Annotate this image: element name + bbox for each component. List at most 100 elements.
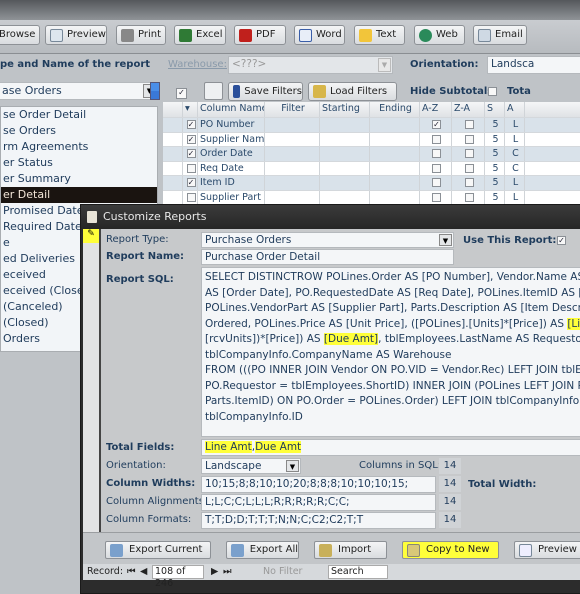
starting-header[interactable]: Starting bbox=[320, 102, 370, 117]
report-name-field[interactable]: Purchase Order Detail bbox=[201, 249, 454, 265]
browse-button[interactable]: Browse bbox=[0, 25, 40, 45]
report-type-combo[interactable]: Purchase Orders ▼ bbox=[201, 232, 454, 248]
s-cell[interactable]: 5 bbox=[485, 161, 505, 175]
move-up-down-icon[interactable] bbox=[150, 82, 160, 100]
use-this-report-checkbox[interactable]: ✓ bbox=[557, 236, 566, 245]
z-a-checkbox[interactable] bbox=[452, 190, 485, 204]
row-selector[interactable] bbox=[163, 190, 183, 204]
filter-cell[interactable] bbox=[265, 176, 320, 190]
starting-cell[interactable] bbox=[320, 161, 370, 175]
a-cell[interactable]: L bbox=[505, 118, 525, 132]
checkbox[interactable]: ✓ bbox=[186, 134, 196, 144]
column-name-header[interactable]: Column Name bbox=[198, 102, 265, 117]
preview-button[interactable]: Preview bbox=[45, 25, 107, 45]
checkbox[interactable] bbox=[464, 149, 474, 158]
ending-cell[interactable] bbox=[370, 190, 420, 204]
print-button[interactable]: Print bbox=[116, 25, 166, 45]
filter-cell[interactable] bbox=[265, 147, 320, 161]
s-cell[interactable]: 5 bbox=[485, 132, 505, 146]
preview-button[interactable]: Preview bbox=[514, 541, 580, 559]
filter-header[interactable]: Filter bbox=[265, 102, 320, 117]
report-list-item[interactable]: er Detail bbox=[1, 187, 157, 203]
import-button[interactable]: Import bbox=[314, 541, 387, 559]
column-name-cell[interactable]: Item ID bbox=[198, 176, 265, 190]
checkbox[interactable] bbox=[432, 192, 441, 202]
select-all-checkbox[interactable]: ✓ bbox=[176, 88, 187, 99]
row-selector[interactable] bbox=[163, 132, 183, 146]
dialog-title-bar[interactable]: Customize Reports bbox=[81, 205, 580, 229]
copy-to-new-button[interactable]: Copy to New bbox=[402, 541, 499, 559]
starting-cell[interactable] bbox=[320, 190, 370, 204]
filter-cell[interactable] bbox=[265, 161, 320, 175]
checkbox[interactable]: ✓ bbox=[186, 149, 196, 158]
z-a-checkbox[interactable] bbox=[452, 132, 485, 146]
table-row[interactable]: Supplier Part 5 L bbox=[163, 190, 580, 205]
current-record-field[interactable]: 108 of 246 bbox=[152, 565, 204, 589]
s-cell[interactable]: 5 bbox=[485, 118, 505, 132]
search-input[interactable]: Search bbox=[328, 565, 388, 579]
no-filter-button[interactable]: No Filter bbox=[263, 564, 302, 579]
include-checkbox[interactable] bbox=[183, 161, 198, 175]
recycle-icon[interactable] bbox=[204, 82, 223, 100]
checkbox[interactable]: ✓ bbox=[186, 178, 196, 187]
checkbox[interactable] bbox=[464, 120, 474, 129]
filter-cell[interactable] bbox=[265, 132, 320, 146]
a-cell[interactable]: L bbox=[505, 176, 525, 190]
ending-cell[interactable] bbox=[370, 147, 420, 161]
checkbox[interactable] bbox=[464, 178, 474, 187]
ending-cell[interactable] bbox=[370, 132, 420, 146]
load-filters-button[interactable]: Load Filters bbox=[308, 82, 397, 101]
starting-cell[interactable] bbox=[320, 118, 370, 132]
orientation-combo[interactable]: Landscape ▼ bbox=[201, 458, 301, 474]
a-z-checkbox[interactable] bbox=[420, 132, 452, 146]
row-selector[interactable] bbox=[163, 176, 183, 190]
column-name-cell[interactable]: Supplier Name bbox=[198, 132, 265, 146]
report-list-item[interactable]: rm Agreements bbox=[1, 139, 157, 155]
z-a-checkbox[interactable] bbox=[452, 161, 485, 175]
report-list-item[interactable]: se Orders bbox=[1, 123, 157, 139]
ending-cell[interactable] bbox=[370, 161, 420, 175]
last-record-icon[interactable]: ⏭ bbox=[223, 564, 232, 579]
column-widths-field[interactable]: 10;15;8;8;10;10;20;8;8;8;10;10;10;15; bbox=[201, 476, 436, 493]
a-z-header[interactable]: A-Z bbox=[420, 102, 452, 117]
report-list-item[interactable]: se Order Detail bbox=[1, 107, 157, 123]
s-cell[interactable]: 5 bbox=[485, 176, 505, 190]
filter-cell[interactable] bbox=[265, 118, 320, 132]
checkbox[interactable] bbox=[432, 134, 441, 144]
check-column-header[interactable]: ▾ bbox=[183, 102, 198, 117]
report-type-combo[interactable]: ase Orders▼ bbox=[0, 82, 158, 100]
report-sql-field[interactable]: SELECT DISTINCTROW POLines.Order AS [PO … bbox=[201, 267, 580, 437]
filter-cell[interactable] bbox=[265, 190, 320, 204]
word-button[interactable]: Word bbox=[294, 25, 345, 45]
checkbox[interactable]: ✓ bbox=[432, 120, 441, 129]
a-cell[interactable]: L bbox=[505, 132, 525, 146]
excel-button[interactable]: Excel bbox=[174, 25, 226, 45]
starting-cell[interactable] bbox=[320, 132, 370, 146]
row-selector[interactable] bbox=[163, 118, 183, 132]
save-filters-button[interactable]: Save Filters bbox=[228, 82, 303, 101]
a-cell[interactable]: C bbox=[505, 161, 525, 175]
checkbox[interactable] bbox=[464, 192, 474, 202]
include-checkbox[interactable]: ✓ bbox=[183, 147, 198, 161]
s-header[interactable]: S bbox=[485, 102, 505, 117]
z-a-checkbox[interactable] bbox=[452, 176, 485, 190]
record-selector[interactable]: ✎ bbox=[83, 229, 101, 532]
include-checkbox[interactable]: ✓ bbox=[183, 118, 198, 132]
a-z-checkbox[interactable] bbox=[420, 176, 452, 190]
next-record-icon[interactable]: ▶ bbox=[211, 564, 218, 579]
starting-cell[interactable] bbox=[320, 176, 370, 190]
web-button[interactable]: Web bbox=[414, 25, 465, 45]
pdf-button[interactable]: PDF bbox=[234, 25, 286, 45]
starting-cell[interactable] bbox=[320, 147, 370, 161]
a-z-checkbox[interactable] bbox=[420, 147, 452, 161]
ending-header[interactable]: Ending bbox=[370, 102, 420, 117]
column-formats-field[interactable]: T;T;D;D;T;T;T;N;N;C;C2;C2;T;T bbox=[201, 512, 436, 529]
checkbox[interactable] bbox=[432, 163, 441, 173]
a-header[interactable]: A bbox=[505, 102, 525, 117]
report-list-item[interactable]: er Summary bbox=[1, 171, 157, 187]
row-selector[interactable] bbox=[163, 161, 183, 175]
a-z-checkbox[interactable] bbox=[420, 190, 452, 204]
hide-subtotals-checkbox[interactable] bbox=[488, 87, 497, 96]
column-name-cell[interactable]: Req Date bbox=[198, 161, 265, 175]
z-a-header[interactable]: Z-A bbox=[452, 102, 485, 117]
